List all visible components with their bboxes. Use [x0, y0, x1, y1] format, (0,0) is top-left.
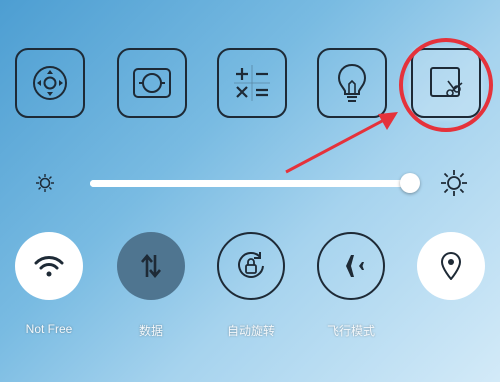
wifi-toggle-label: Not Free [25, 322, 73, 336]
auto-rotate-toggle[interactable] [217, 232, 285, 300]
location-pin-icon [441, 252, 461, 280]
mobile-data-toggle-label: 数据 [138, 324, 163, 338]
rotation-lock-icon [238, 252, 264, 278]
auto-rotate-toggle-label: 自动旋转 [226, 324, 275, 338]
brightness-slider-fill [90, 180, 410, 187]
brightness-low-icon [36, 174, 54, 192]
location-toggle[interactable] [417, 232, 485, 300]
quick-settings-panel: Not Free 数据 自动旋转 飞行模式 [0, 0, 500, 382]
wifi-icon [34, 256, 64, 277]
airplane-mode-toggle[interactable] [317, 232, 385, 300]
mobile-data-toggle[interactable] [117, 232, 185, 300]
airplane-mode-toggle-label: 飞行模式 [326, 324, 375, 338]
brightness-slider[interactable] [90, 173, 420, 193]
wifi-toggle[interactable] [15, 232, 83, 300]
data-arrows-icon [141, 253, 161, 279]
airplane-icon [337, 255, 364, 277]
brightness-high-icon [441, 170, 467, 196]
brightness-slider-thumb[interactable] [400, 173, 420, 193]
